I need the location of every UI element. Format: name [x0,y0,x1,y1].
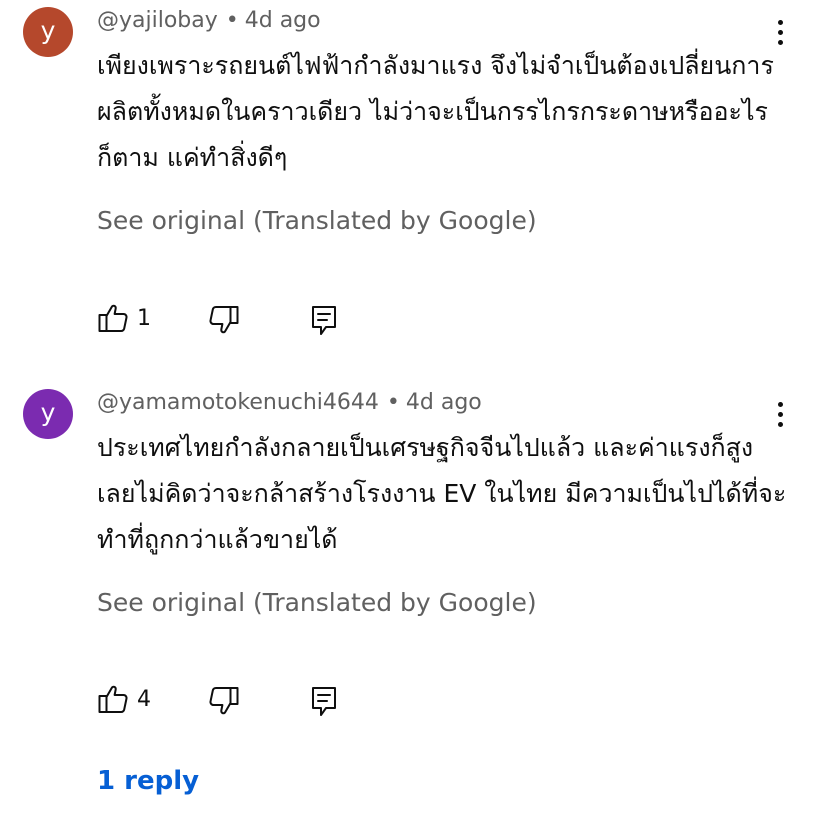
thumbs-up-icon [98,685,128,713]
reply-icon [312,306,336,335]
reply-icon [312,687,336,716]
comment-meta: @yamamotokenuchi4644 • 4d ago [97,390,482,415]
reply-button[interactable] [310,302,338,338]
like-button[interactable]: 4 [97,681,151,717]
dislike-button[interactable] [208,302,240,338]
like-count: 1 [137,305,151,331]
meta-separator: • [225,8,239,33]
author-handle[interactable]: @yajilobay [97,8,218,33]
thumbs-up-icon [98,304,128,332]
see-original-link[interactable]: See original (Translated by Google) [97,206,537,235]
avatar[interactable]: y [23,389,73,439]
thumbs-down-icon [209,306,239,334]
see-original-link[interactable]: See original (Translated by Google) [97,588,537,617]
avatar[interactable]: y [23,7,73,57]
like-button[interactable]: 1 [97,300,151,336]
author-handle[interactable]: @yamamotokenuchi4644 [97,390,379,415]
comment-text: เพียงเพราะรถยนต์ไฟฟ้ากำลังมาแรง จึงไม่จำ… [97,51,774,172]
like-count: 4 [137,686,151,712]
reply-button[interactable] [310,683,338,719]
comment-text: ประเทศไทยกำลังกลายเป็นเศรษฐกิจจีนไปแล้ว … [97,433,787,554]
comment-meta: @yajilobay • 4d ago [97,8,321,33]
view-replies-link[interactable]: 1 reply [97,766,199,796]
thumbs-down-icon [209,687,239,715]
dislike-button[interactable] [208,683,240,719]
meta-separator: • [386,390,400,415]
comment-time[interactable]: 4d ago [406,390,482,415]
comment-time[interactable]: 4d ago [245,8,321,33]
